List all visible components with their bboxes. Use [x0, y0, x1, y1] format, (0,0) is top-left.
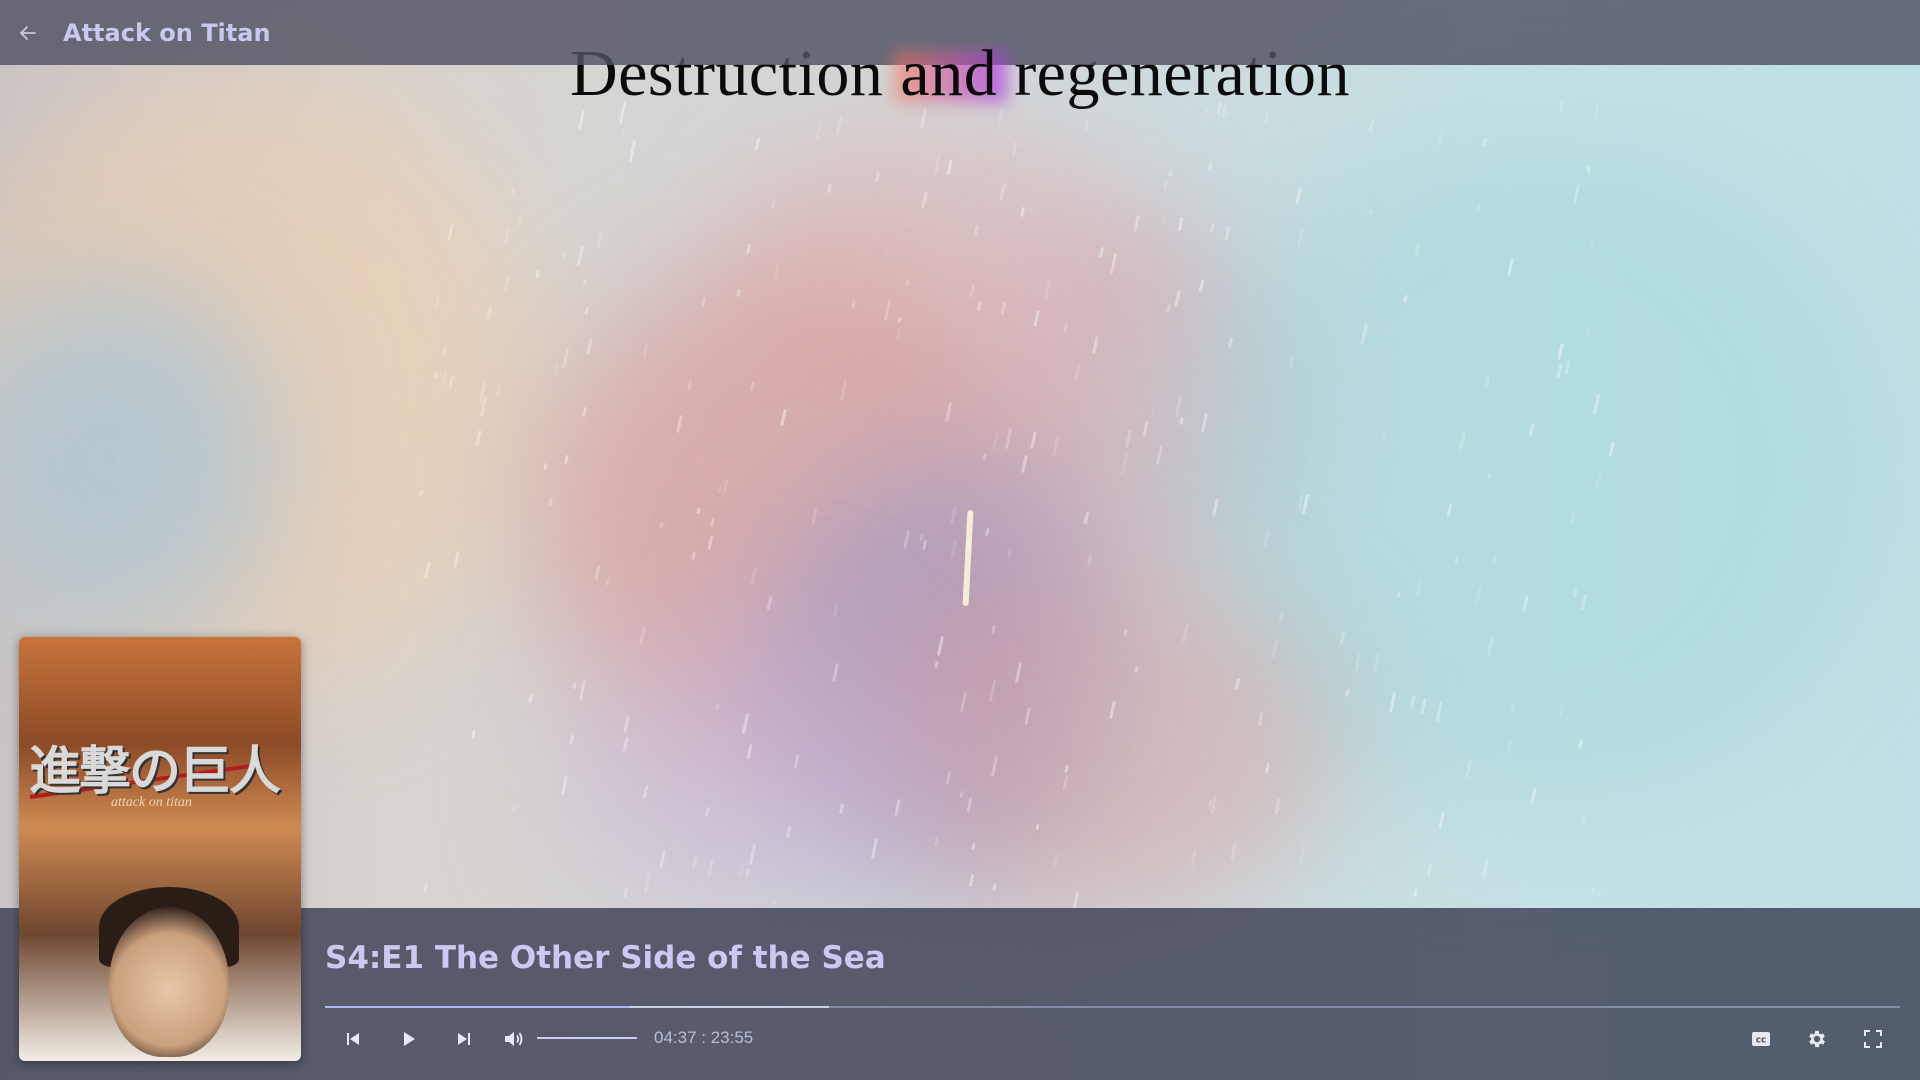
rain-speck [1209, 223, 1215, 233]
rain-speck [423, 882, 429, 893]
time-separator: : [696, 1028, 711, 1047]
seek-bar[interactable] [325, 1006, 1900, 1008]
rain-speck [1580, 814, 1586, 824]
fullscreen-button[interactable] [1856, 1022, 1890, 1056]
next-button[interactable] [447, 1022, 481, 1056]
rain-speck [596, 233, 603, 248]
rain-speck [553, 362, 560, 376]
play-icon [404, 1032, 415, 1046]
rain-speck [578, 110, 586, 131]
rain-speck [1368, 119, 1375, 131]
poster-character [109, 907, 229, 1057]
rain-speck [1168, 168, 1173, 178]
closed-captions-icon: CC [1752, 1032, 1770, 1046]
rain-speck [623, 888, 629, 899]
rain-speck [1413, 887, 1419, 898]
rain-speck [584, 306, 589, 315]
rain-speck [1162, 179, 1168, 191]
rain-speck [471, 729, 476, 738]
rain-speck [503, 229, 510, 245]
rain-speck [561, 348, 569, 369]
back-button[interactable] [17, 22, 39, 44]
rain-speck [535, 269, 540, 279]
show-poster: 進撃の巨人 attack on titan [19, 637, 301, 1061]
rain-speck [1438, 810, 1446, 830]
current-time: 04:37 [654, 1028, 697, 1047]
episode-title: S4:E1 The Other Side of the Sea [325, 940, 886, 976]
rain-speck [528, 693, 534, 704]
rain-speck [814, 121, 822, 140]
show-title: Attack on Titan [63, 18, 271, 47]
rain-speck [576, 244, 584, 266]
rain-speck [510, 187, 516, 195]
rain-speck [572, 682, 577, 690]
gear-icon [1809, 1030, 1825, 1048]
rain-speck [1264, 111, 1270, 124]
svg-text:CC: CC [1756, 1037, 1766, 1045]
rain-speck [754, 137, 760, 152]
poster-logo: 進撃の巨人 [29, 742, 281, 802]
seek-bar-played [325, 1006, 629, 1008]
previous-button[interactable] [336, 1022, 370, 1056]
rain-speck [1482, 858, 1490, 880]
caption-text-highlight: and [900, 37, 998, 110]
rain-speck [561, 251, 566, 260]
volume-slider[interactable] [537, 1037, 637, 1039]
rain-speck [516, 214, 523, 227]
captions-button[interactable]: CC [1744, 1022, 1778, 1056]
fullscreen-icon [1864, 1030, 1882, 1048]
rain-speck [511, 804, 517, 813]
time-display: 04:37 : 23:55 [654, 1028, 753, 1048]
skip-next-icon [458, 1033, 470, 1045]
settings-button[interactable] [1800, 1022, 1834, 1056]
rain-speck [621, 129, 627, 137]
total-duration: 23:55 [710, 1028, 754, 1047]
skip-previous-icon [347, 1033, 359, 1045]
play-button[interactable] [392, 1022, 426, 1056]
volume-icon [505, 1032, 523, 1046]
rain-speck [1294, 186, 1302, 206]
rain-speck [582, 278, 587, 287]
volume-slider-fill [537, 1037, 637, 1039]
rain-speck [586, 337, 594, 356]
rain-speck [897, 316, 902, 323]
rain-speck [1084, 119, 1090, 132]
rain-speck [1207, 161, 1213, 172]
volume-button[interactable] [497, 1022, 531, 1056]
rain-speck [1426, 862, 1433, 878]
rain-speck [1224, 226, 1231, 241]
rain-speck [629, 139, 637, 162]
arrow-left-icon [20, 25, 36, 40]
video-blur [860, 560, 1340, 920]
poster-logo-subtitle: attack on titan [111, 795, 192, 810]
rain-speck [1298, 845, 1306, 865]
rain-speck [1591, 886, 1597, 895]
